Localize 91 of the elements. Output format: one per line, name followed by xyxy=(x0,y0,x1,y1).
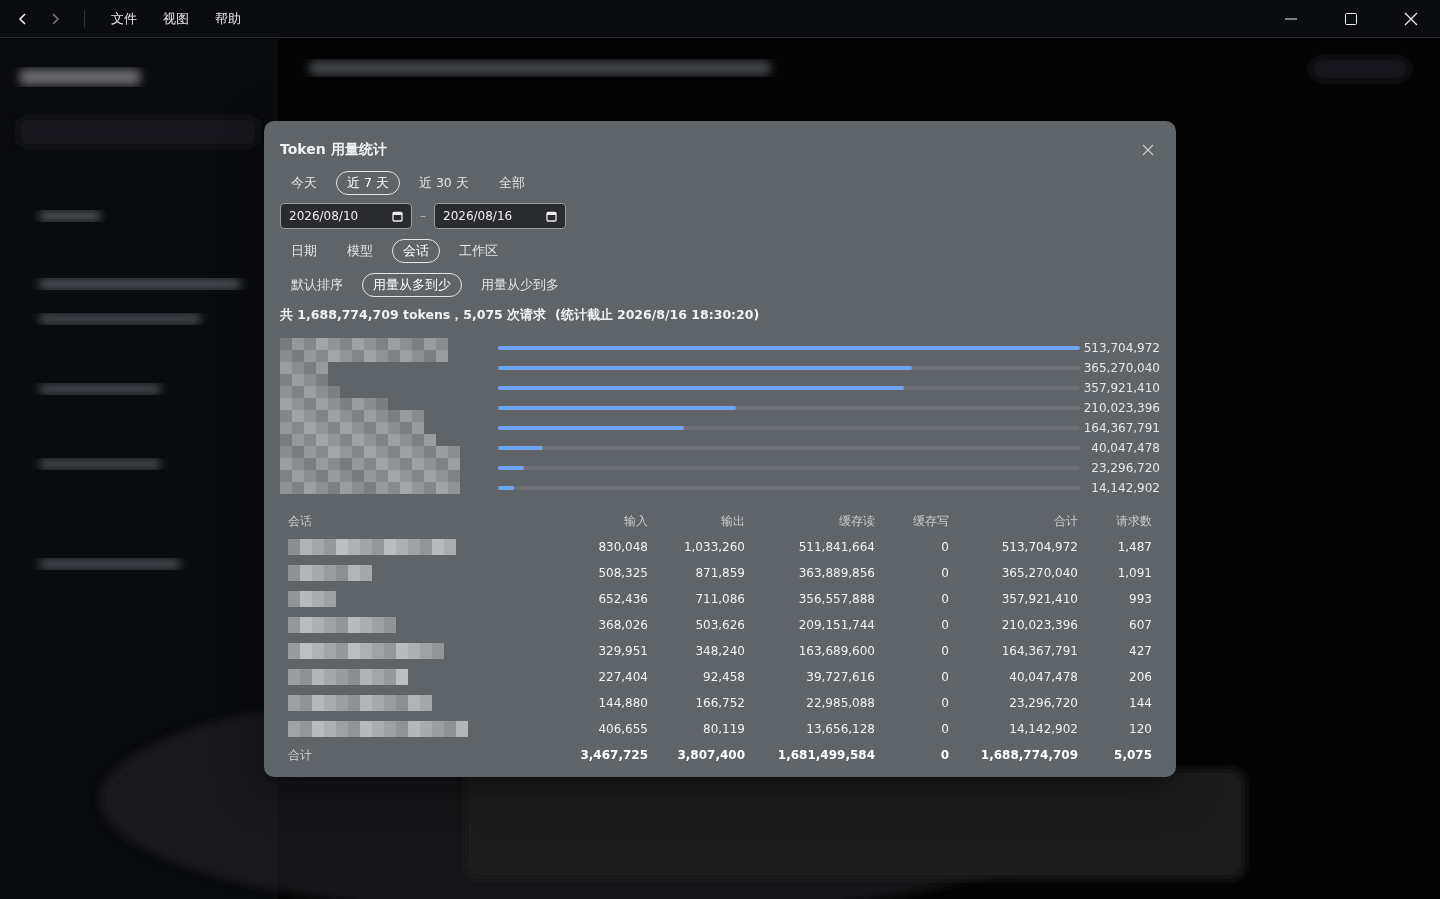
table-cell: 0 xyxy=(941,540,949,554)
table-cell: 163,689,600 xyxy=(798,644,875,658)
menu-item[interactable]: 文件 xyxy=(105,9,143,28)
calendar-icon[interactable] xyxy=(546,210,557,222)
table-cell: 92,458 xyxy=(703,670,745,684)
date-field[interactable]: 2026/08/16 xyxy=(434,203,566,229)
table-cell: 210,023,396 xyxy=(1001,618,1078,632)
column-header: 输出 xyxy=(721,513,745,528)
table-cell: 0 xyxy=(941,592,949,606)
table-cell: 164,367,791 xyxy=(1001,644,1078,658)
menu-item[interactable]: 视图 xyxy=(157,9,195,28)
table-cell: 365,270,040 xyxy=(1001,566,1078,580)
table-cell: 1,091 xyxy=(1117,566,1152,580)
table-cell: 209,151,744 xyxy=(798,618,875,632)
table-cell: 513,704,972 xyxy=(1001,540,1078,554)
table-cell: 0 xyxy=(941,644,949,658)
filter-pill[interactable]: 工作区 xyxy=(448,239,509,263)
column-header: 会话 xyxy=(288,513,312,528)
table-cell: 13,656,128 xyxy=(806,722,875,736)
bar-value: 365,270,040 xyxy=(1082,361,1160,375)
total-label: 合计 xyxy=(288,747,312,762)
date-field[interactable]: 2026/08/10 xyxy=(280,203,412,229)
table-cell: 0 xyxy=(940,748,949,762)
table-cell: 363,889,856 xyxy=(798,566,875,580)
table-cell: 5,075 xyxy=(1114,748,1152,762)
table-cell: 22,985,088 xyxy=(806,696,875,710)
filter-pill[interactable]: 用量从少到多 xyxy=(470,273,570,297)
maximize-icon[interactable] xyxy=(1345,12,1357,25)
table-cell: 830,048 xyxy=(598,540,648,554)
table-cell: 40,047,478 xyxy=(1009,670,1078,684)
table-cell: 357,921,410 xyxy=(1001,592,1078,606)
table-cell: 144 xyxy=(1129,696,1152,710)
bar-value: 23,296,720 xyxy=(1090,461,1160,475)
column-header: 请求数 xyxy=(1116,513,1152,528)
table-cell: 406,655 xyxy=(598,722,648,736)
table-cell: 1,033,260 xyxy=(683,540,745,554)
table-cell: 1,487 xyxy=(1117,540,1152,554)
table-cell: 144,880 xyxy=(598,696,648,710)
column-header: 缓存读 xyxy=(839,513,875,528)
table-cell: 80,119 xyxy=(703,722,745,736)
redacted-name-drawing xyxy=(288,591,336,607)
filter-pill[interactable]: 近 30 天 xyxy=(407,171,480,195)
column-header: 合计 xyxy=(1054,513,1078,528)
filter-pill[interactable]: 模型 xyxy=(336,239,384,263)
table-cell: 120 xyxy=(1129,722,1152,736)
table-cell: 1,681,499,584 xyxy=(777,748,875,762)
table-cell: 711,086 xyxy=(695,592,745,606)
usage-summary: 共 1,688,774,709 tokens，5,075 次请求 (统计截止 2026/8/16 18:30:20) xyxy=(280,307,761,324)
dialog-title: Token 用量统计 xyxy=(280,141,387,159)
table-cell: 227,404 xyxy=(598,670,648,684)
column-header: 缓存写 xyxy=(913,513,949,528)
table-cell: 356,557,888 xyxy=(798,592,875,606)
table-cell: 329,951 xyxy=(598,644,648,658)
table-cell: 503,626 xyxy=(695,618,745,632)
bar-value: 164,367,791 xyxy=(1082,421,1160,435)
column-header: 输入 xyxy=(624,513,648,528)
date-separator: – xyxy=(420,209,426,223)
calendar-icon[interactable] xyxy=(392,210,403,222)
table-cell: 0 xyxy=(941,722,949,736)
filter-pill[interactable]: 默认排序 xyxy=(280,273,354,297)
table-cell: 23,296,720 xyxy=(1009,696,1078,710)
filter-pill[interactable]: 全部 xyxy=(487,171,536,195)
filter-pill[interactable]: 日期 xyxy=(280,239,328,263)
table-cell: 508,325 xyxy=(598,566,648,580)
bar-value: 40,047,478 xyxy=(1090,441,1160,455)
table-cell: 3,467,725 xyxy=(580,748,648,762)
table-cell: 206 xyxy=(1129,670,1152,684)
table-cell: 652,436 xyxy=(598,592,648,606)
table-cell: 348,240 xyxy=(695,644,745,658)
table-cell: 993 xyxy=(1129,592,1152,606)
table-cell: 0 xyxy=(941,696,949,710)
blurred-text xyxy=(40,211,100,221)
table-cell: 14,142,902 xyxy=(1009,722,1078,736)
table-cell: 511,841,664 xyxy=(798,540,875,554)
table-cell: 1,688,774,709 xyxy=(980,748,1078,762)
filter-pill[interactable]: 今天 xyxy=(280,171,328,195)
table-cell: 607 xyxy=(1129,618,1152,632)
table-cell: 0 xyxy=(941,618,949,632)
table-cell: 871,859 xyxy=(695,566,745,580)
table-cell: 368,026 xyxy=(598,618,648,632)
bar-value: 210,023,396 xyxy=(1082,401,1160,415)
table-cell: 3,807,400 xyxy=(677,748,745,762)
bar-value: 14,142,902 xyxy=(1090,481,1160,495)
bar-value: 513,704,972 xyxy=(1082,341,1160,355)
bar-value: 357,921,410 xyxy=(1082,381,1160,395)
table-cell: 427 xyxy=(1129,644,1152,658)
table-cell: 0 xyxy=(941,566,949,580)
table-cell: 166,752 xyxy=(695,696,745,710)
table-cell: 39,727,616 xyxy=(806,670,875,684)
table-cell: 0 xyxy=(941,670,949,684)
menu-item[interactable]: 帮助 xyxy=(209,9,247,28)
